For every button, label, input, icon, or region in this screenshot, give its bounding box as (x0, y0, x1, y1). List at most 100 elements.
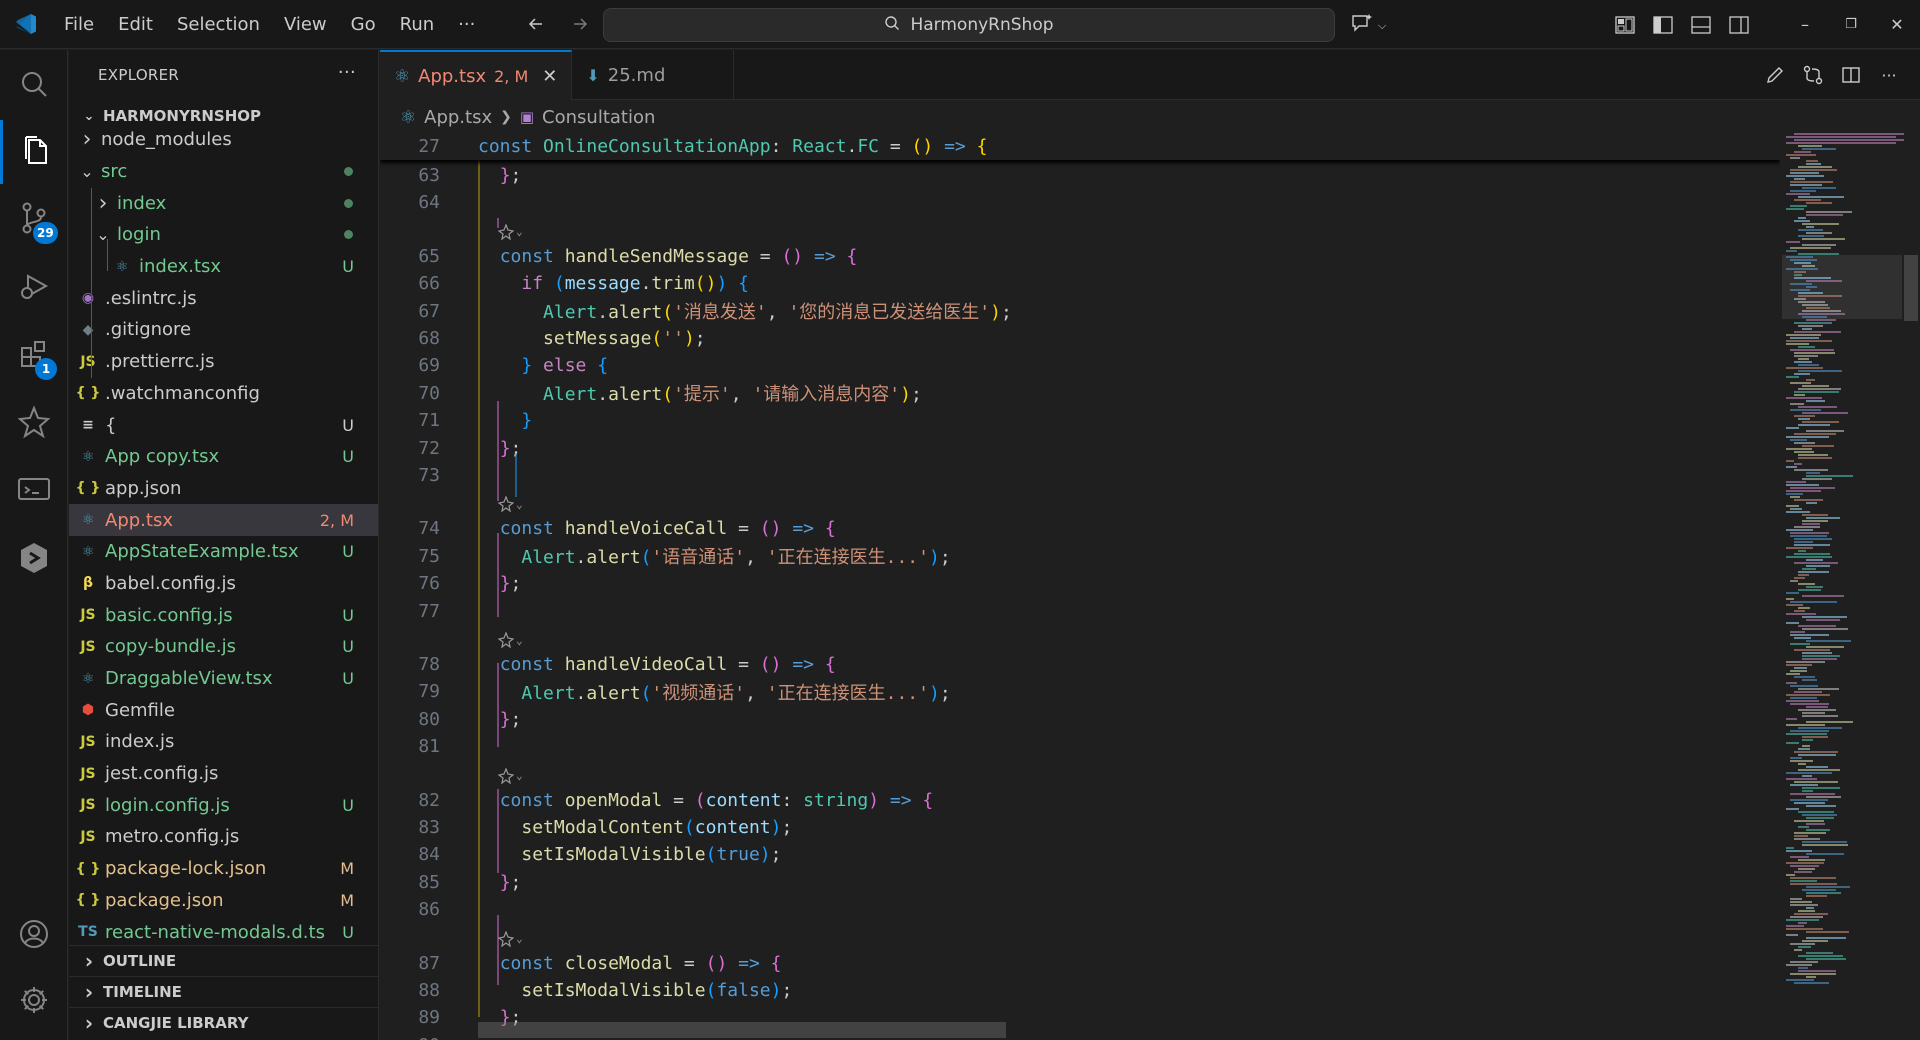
breadcrumb-symbol[interactable]: Consultation (542, 107, 655, 128)
toggle-primary-sidebar-icon[interactable] (1644, 0, 1682, 49)
file-item[interactable]: ≡ {U (69, 409, 378, 441)
minimap[interactable] (1782, 133, 1904, 1040)
code-line[interactable]: 72 }; (380, 435, 1780, 462)
folder-index[interactable]: › index (69, 187, 378, 219)
code-line[interactable]: 65 const handleSendMessage = () => { (380, 243, 1780, 270)
menu-item-run[interactable]: Run (388, 0, 447, 49)
codelens-ai-icon[interactable]: ⌄ (498, 928, 523, 950)
file-item[interactable]: { } package-lock.json M (69, 853, 378, 885)
file-item[interactable]: ⚛ App copy.tsx U (69, 441, 378, 473)
code-line[interactable]: 81 (380, 733, 1780, 760)
file-item[interactable]: JS copy-bundle.js U (69, 631, 378, 663)
file-item[interactable]: JS .prettierrc.js (69, 346, 378, 378)
vertical-scrollbar[interactable] (1900, 133, 1920, 1040)
command-center-search[interactable]: HarmonyRnShop (603, 8, 1335, 42)
code-line[interactable]: 83 setModalContent(content); (380, 814, 1780, 841)
file-item[interactable]: JS index.js (69, 726, 378, 758)
toggle-secondary-sidebar-icon[interactable] (1720, 0, 1758, 49)
restore-button[interactable]: ❐ (1828, 0, 1874, 49)
file-item[interactable]: β babel.config.js (69, 568, 378, 600)
edit-pencil-icon[interactable] (1762, 62, 1788, 88)
menu-item-go[interactable]: Go (339, 0, 388, 49)
close-icon[interactable]: ✕ (542, 66, 557, 87)
file-item[interactable]: ⚛ DraggableView.tsx U (69, 663, 378, 695)
file-item[interactable]: JS basic.config.js U (69, 599, 378, 631)
code-line[interactable]: 75 Alert.alert('语音通话', '正在连接医生...'); (380, 543, 1780, 570)
close-window-button[interactable]: ✕ (1874, 0, 1920, 49)
menu-item-edit[interactable]: Edit (106, 0, 165, 49)
scrollbar-thumb[interactable] (1904, 255, 1918, 321)
code-line[interactable]: 63 }; (380, 162, 1780, 189)
code-line[interactable]: 70 Alert.alert('提示', '请输入消息内容'); (380, 380, 1780, 407)
back-arrow-icon[interactable] (522, 10, 550, 38)
code-line[interactable]: 67 Alert.alert('消息发送', '您的消息已发送给医生'); (380, 298, 1780, 325)
code-line[interactable]: 73 (380, 462, 1780, 489)
file-item[interactable]: JS jest.config.js (69, 758, 378, 790)
file-item[interactable]: { } .watchmanconfig (69, 378, 378, 410)
file-item[interactable]: JS metro.config.js (69, 821, 378, 853)
minimap-slider[interactable] (1782, 255, 1902, 319)
codelens-ai-icon[interactable]: ⌄ (498, 629, 523, 651)
more-actions-icon[interactable]: ··· (338, 62, 356, 83)
file-item[interactable]: ◆ .gitignore (69, 314, 378, 346)
split-editor-icon[interactable] (1838, 62, 1864, 88)
section-timeline[interactable]: › TIMELINE (69, 976, 378, 1007)
file-item[interactable]: { } package.json M (69, 885, 378, 917)
file-item[interactable]: ⚛ index.tsx U (69, 251, 378, 283)
code-line[interactable]: 88 setIsModalVisible(false); (380, 977, 1780, 1004)
file-item[interactable]: { } app.json (69, 473, 378, 505)
code-line[interactable]: 80 }; (380, 706, 1780, 733)
run-debug-activity[interactable] (0, 256, 68, 320)
code-line[interactable]: 77 (380, 598, 1780, 625)
minimize-button[interactable]: – (1782, 0, 1828, 49)
tab-25-md[interactable]: ⬇ 25.md (572, 50, 735, 100)
code-line[interactable]: 82 const openModal = (content: string) =… (380, 787, 1780, 814)
code-line[interactable]: 84 setIsModalVisible(true); (380, 841, 1780, 868)
code-line[interactable]: 64 (380, 189, 1780, 216)
code-line[interactable]: 66 if (message.trim()) { (380, 270, 1780, 297)
code-line[interactable]: 85 }; (380, 869, 1780, 896)
file-item[interactable]: ◉ .eslintrc.js (69, 282, 378, 314)
source-control-activity[interactable]: 29 (0, 188, 68, 252)
codelens-ai-icon[interactable]: ⌄ (498, 221, 523, 243)
manage-activity[interactable] (0, 970, 68, 1034)
menu-item-selection[interactable]: Selection (165, 0, 272, 49)
section-cangjie-library[interactable]: › CANGJIE LIBRARY (69, 1007, 378, 1038)
search-activity[interactable] (0, 54, 68, 118)
codelens-ai-icon[interactable]: ⌄ (498, 765, 523, 787)
explorer-activity[interactable] (0, 120, 68, 184)
forward-arrow-icon[interactable] (566, 10, 594, 38)
code-line[interactable]: 87 const closeModal = () => { (380, 950, 1780, 977)
customize-layout-icon[interactable] (1606, 0, 1644, 49)
compare-changes-icon[interactable] (1800, 62, 1826, 88)
chat-button[interactable]: ⌵ (1350, 12, 1386, 39)
code-line[interactable]: 74 const handleVoiceCall = () => { (380, 515, 1780, 542)
code-line[interactable]: 71 } (380, 407, 1780, 434)
file-item[interactable]: TS react-native-modals.d.ts U (69, 916, 378, 948)
folder-node-modules[interactable]: › node_modules (69, 124, 378, 156)
file-item[interactable]: ⚛ App.tsx 2, M (69, 504, 378, 536)
code-line[interactable]: 68 setMessage(''); (380, 325, 1780, 352)
code-editor[interactable]: 27 const OnlineConsultationApp: React.FC … (380, 133, 1780, 1040)
menu-item-more[interactable]: ··· (446, 0, 487, 49)
breadcrumb-file[interactable]: App.tsx (424, 107, 492, 128)
section-outline[interactable]: › OUTLINE (69, 945, 378, 976)
deveco-activity[interactable] (0, 528, 68, 592)
toggle-panel-icon[interactable] (1682, 0, 1720, 49)
sticky-scroll-line[interactable]: 27 const OnlineConsultationApp: React.FC … (380, 133, 1780, 160)
code-line[interactable]: 86 (380, 896, 1780, 923)
tab-app-tsx[interactable]: ⚛ App.tsx 2, M ✕ (380, 50, 573, 100)
menu-item-view[interactable]: View (272, 0, 339, 49)
remote-explorer-activity[interactable] (0, 460, 68, 524)
code-line[interactable]: 79 Alert.alert('视频通话', '正在连接医生...'); (380, 678, 1780, 705)
code-line[interactable]: 78 const handleVideoCall = () => { (380, 651, 1780, 678)
folder-src[interactable]: ⌄ src (69, 156, 378, 188)
horizontal-scrollbar[interactable] (478, 1022, 1006, 1038)
more-actions-icon[interactable]: ··· (1876, 62, 1902, 88)
file-item[interactable]: JS login.config.js U (69, 789, 378, 821)
menu-item-file[interactable]: File (52, 0, 106, 49)
folder-login[interactable]: ⌄ login (69, 219, 378, 251)
extensions-activity[interactable]: 1 (0, 324, 68, 388)
file-item[interactable]: ⚛ AppStateExample.tsx U (69, 536, 378, 568)
file-item[interactable]: ⬢ Gemfile (69, 694, 378, 726)
